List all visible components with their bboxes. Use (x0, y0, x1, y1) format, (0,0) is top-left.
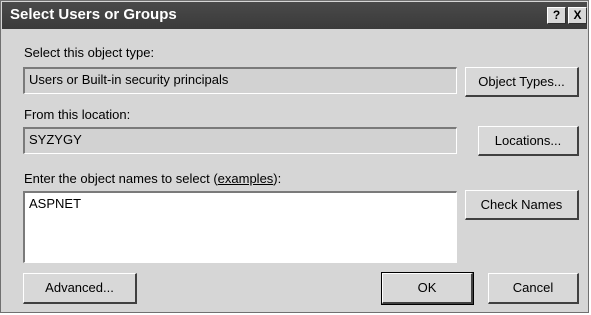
cancel-button[interactable]: Cancel (488, 273, 579, 304)
close-button[interactable]: X (568, 7, 587, 24)
check-names-button[interactable]: Check Names (465, 190, 579, 220)
dialog-title: Select Users or Groups (10, 6, 177, 23)
title-bar[interactable]: Select Users or Groups ? X (2, 2, 587, 29)
object-names-label-suffix: ): (273, 171, 282, 186)
object-names-label-prefix: Enter the object names to select ( (24, 171, 218, 186)
location-field: SYZYGY (23, 127, 457, 154)
help-button[interactable]: ? (547, 7, 566, 24)
select-users-dialog: Select Users or Groups ? X Select this o… (0, 0, 589, 313)
object-types-button[interactable]: Object Types... (465, 67, 579, 97)
object-names-input[interactable]: ASPNET (23, 191, 457, 263)
object-type-field: Users or Built-in security principals (23, 67, 457, 94)
object-names-label: Enter the object names to select (exampl… (24, 171, 281, 186)
ok-button[interactable]: OK (381, 272, 474, 305)
examples-link[interactable]: examples (218, 171, 274, 186)
advanced-button[interactable]: Advanced... (23, 273, 137, 304)
locations-button[interactable]: Locations... (478, 126, 579, 156)
object-type-label: Select this object type: (24, 45, 155, 60)
location-label: From this location: (24, 107, 131, 122)
